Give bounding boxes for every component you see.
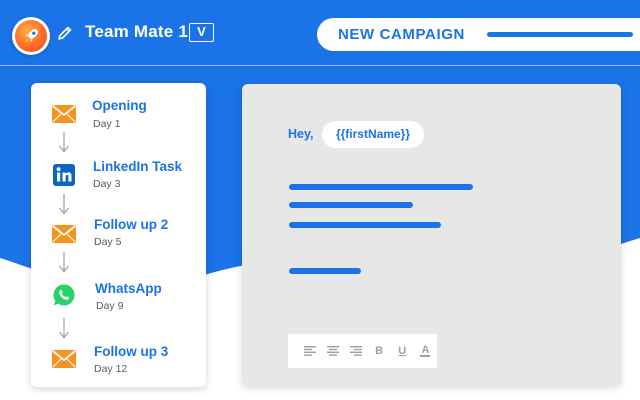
step-title: LinkedIn Task [93, 159, 183, 174]
step-title: Follow up 3 [94, 344, 169, 359]
arrow-down-icon [59, 318, 69, 339]
formatting-toolbar: B U A [288, 334, 437, 368]
bold-button[interactable]: B [368, 341, 391, 361]
align-right-icon[interactable] [344, 341, 367, 361]
body-text-line [289, 184, 473, 190]
new-campaign-label: NEW CAMPAIGN [338, 26, 465, 43]
email-editor[interactable]: Hey, {{firstName}} B U A [242, 84, 621, 386]
envelope-icon [51, 221, 77, 247]
arrow-down-icon [59, 132, 69, 153]
step-day: Day 5 [94, 236, 122, 248]
step-day: Day 12 [94, 363, 128, 375]
body-text-line [289, 268, 361, 274]
whatsapp-icon [51, 282, 77, 308]
envelope-icon [51, 101, 77, 127]
rocket-icon [15, 20, 47, 52]
team-name: Team Mate 1 [85, 22, 188, 41]
header-divider [0, 65, 640, 66]
greeting-text: Hey, [288, 127, 314, 141]
sequence-step-follow-up-3[interactable]: Follow up 3 Day 12 [31, 344, 206, 384]
linkedin-icon [51, 162, 77, 188]
new-campaign-button[interactable]: NEW CAMPAIGN [317, 18, 640, 51]
step-title: WhatsApp [95, 281, 162, 296]
step-day: Day 1 [93, 118, 121, 130]
underline-button[interactable]: U [391, 341, 414, 361]
envelope-icon [51, 346, 77, 372]
text-color-button[interactable]: A [414, 341, 437, 361]
top-bar: Team Mate 1 V NEW CAMPAIGN [0, 0, 640, 66]
sequence-step-whatsapp[interactable]: WhatsApp Day 9 [31, 281, 206, 321]
step-day: Day 9 [96, 300, 124, 312]
team-dropdown-button[interactable]: V [189, 23, 214, 42]
campaign-name-placeholder-bar [487, 32, 633, 37]
sequence-steps-card: Opening Day 1 LinkedIn Task Day 3 Follow… [31, 83, 206, 387]
step-title: Opening [92, 98, 147, 113]
arrow-down-icon [59, 194, 69, 215]
body-text-line [289, 222, 441, 228]
body-text-line [289, 202, 413, 208]
step-day: Day 3 [93, 178, 121, 190]
align-left-icon[interactable] [298, 341, 321, 361]
first-name-token-chip[interactable]: {{firstName}} [322, 121, 424, 148]
align-center-icon[interactable] [321, 341, 344, 361]
arrow-down-icon [59, 252, 69, 273]
rocket-logo[interactable] [12, 17, 50, 55]
pencil-edit-icon[interactable] [57, 25, 73, 41]
text-color-glyph: A [420, 344, 431, 357]
step-title: Follow up 2 [94, 217, 169, 232]
